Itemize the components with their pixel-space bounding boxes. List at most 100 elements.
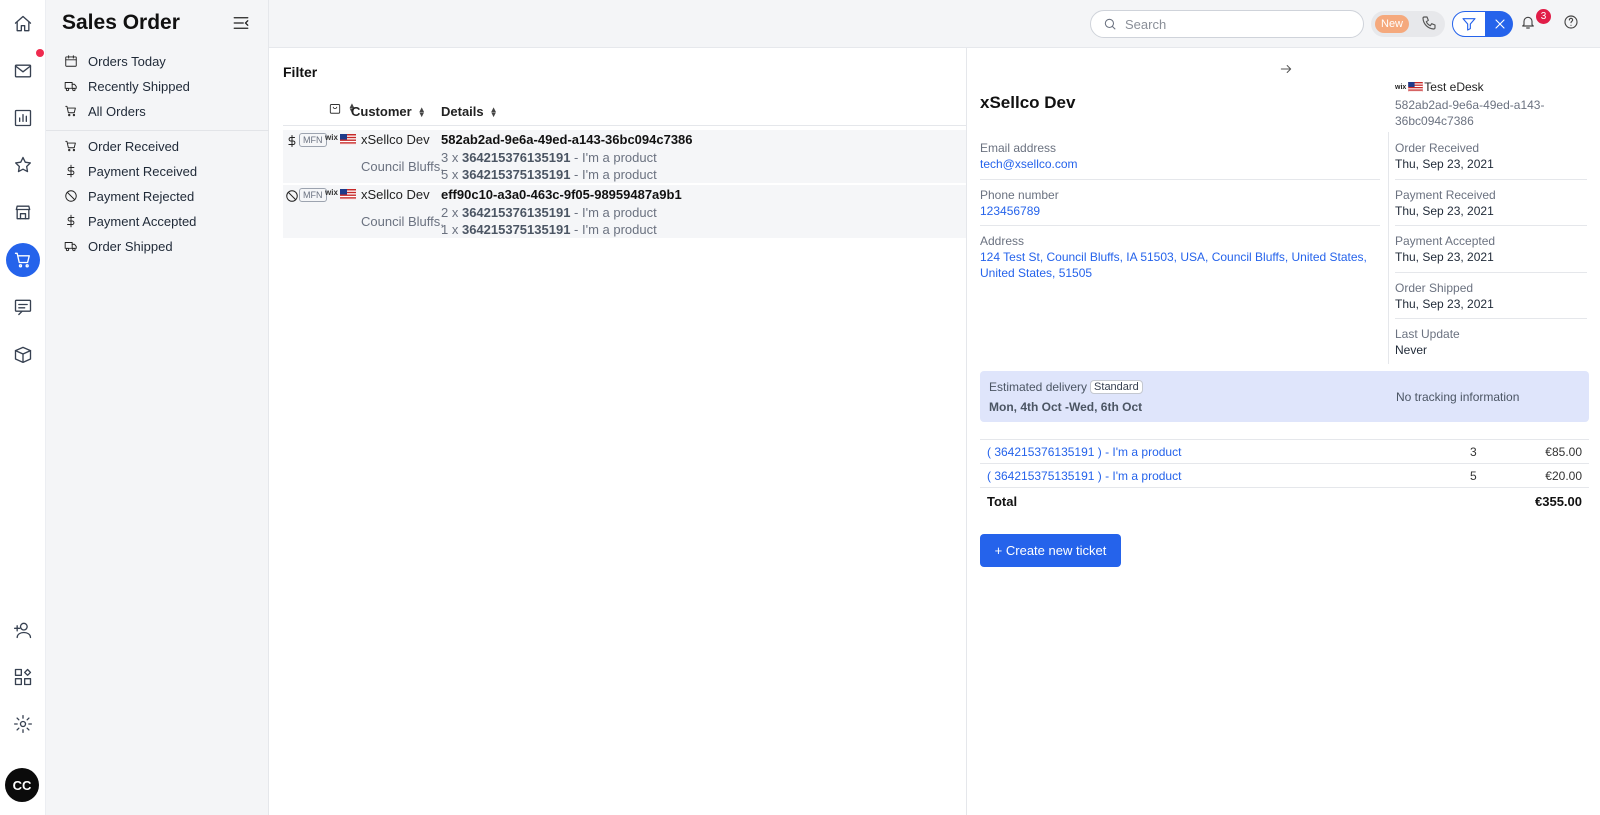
table-header: ▲ ▼ Customer ▲ ▼ Details ▲ ▼ (283, 100, 966, 126)
tracking-status: No tracking information (1396, 390, 1520, 404)
customer-city: Council Bluffs, (361, 214, 444, 229)
timeline-label: Payment Received (1395, 188, 1496, 202)
filter-title: Filter (283, 64, 318, 80)
product-price: €85.00 (1545, 445, 1582, 459)
sidebar-item-label: Payment Accepted (88, 213, 197, 229)
cart-icon (65, 140, 76, 152)
divider (1395, 272, 1587, 273)
product-row: ( 364215375135191 ) - I'm a product 5 €2… (980, 463, 1589, 487)
line-sku: 364215375135191 (461, 167, 571, 182)
product-row: ( 364215376135191 ) - I'm a product 3 €8… (980, 439, 1589, 463)
divider (1395, 225, 1587, 226)
close-icon (1494, 19, 1505, 29)
sidebar-item-label: Order Shipped (88, 238, 173, 254)
add-user-icon[interactable] (6, 613, 40, 647)
sidebar-item-orders-today[interactable]: Orders Today (64, 50, 166, 72)
ban-icon (285, 189, 299, 205)
line-name: - I'm a product (570, 222, 657, 237)
divider (1395, 179, 1587, 180)
truck-icon (64, 242, 77, 252)
timeline-label: Order Shipped (1395, 281, 1474, 295)
order-list-panel: Filter ▲ ▼ Customer ▲ ▼ Details ▲ ▼ MFN wix… (269, 48, 966, 815)
divider (1395, 318, 1587, 319)
store-icon[interactable] (6, 195, 40, 229)
email-link[interactable]: tech@xsellco.com (980, 157, 1078, 171)
ban-icon (65, 190, 77, 202)
delivery-label-row: Estimated delivery Standard (989, 380, 1143, 394)
apps-icon[interactable] (6, 660, 40, 694)
sidebar-item-all-orders[interactable]: All Orders (64, 100, 146, 122)
clear-filter-button[interactable] (1486, 11, 1513, 37)
column-divider (1388, 132, 1389, 364)
order-line: 3 x 364215376135191 - I'm a product (441, 150, 657, 165)
shipping-method-badge: Standard (1090, 380, 1143, 394)
timeline-label: Payment Accepted (1395, 234, 1496, 248)
product-link[interactable]: ( 364215376135191 ) - I'm a product (987, 445, 1181, 459)
order-id: eff90c10-a3a0-463c-9f05-98959487a9b1 (441, 187, 682, 202)
dollar-icon (67, 214, 75, 228)
sidebar-item-order-received[interactable]: Order Received (64, 135, 179, 157)
settings-icon[interactable] (6, 707, 40, 741)
channel-badge: MFN (299, 133, 327, 147)
line-qty: 2 x (441, 205, 462, 220)
column-header-details[interactable]: Details ▲ ▼ (441, 104, 498, 119)
customer-city: Council Bluffs, (361, 159, 444, 174)
sidebar-item-label: Payment Rejected (88, 188, 195, 204)
calendar-icon (65, 55, 77, 67)
table-row[interactable]: MFN wix xSellco Dev Council Bluffs, 582a… (283, 130, 966, 184)
filter-button[interactable] (1452, 11, 1486, 37)
store-label: wix Test eDesk (1395, 80, 1484, 94)
marketplace-logo: wix (1395, 83, 1407, 91)
order-detail-panel: xSellco Dev wix Test eDesk 582ab2ad-9e6a… (966, 48, 1600, 815)
avatar[interactable]: CC (5, 768, 39, 802)
sidebar-item-label: Recently Shipped (88, 78, 190, 94)
sidebar-item-payment-rejected[interactable]: Payment Rejected (64, 185, 194, 207)
unread-dot (36, 49, 44, 57)
email-label: Email address (980, 141, 1057, 155)
address-label: Address (980, 234, 1025, 248)
sidebar-item-payment-accepted[interactable]: Payment Accepted (64, 210, 196, 232)
search-input[interactable] (1125, 16, 1345, 32)
cart-icon (65, 105, 76, 117)
chat-icon[interactable] (6, 290, 40, 324)
product-qty: 5 (1470, 469, 1477, 483)
timeline-value: Thu, Sep 23, 2021 (1395, 297, 1494, 311)
star-icon[interactable] (6, 148, 40, 182)
order-line: 1 x 364215375135191 - I'm a product (441, 222, 657, 237)
store-name: Test eDesk (1424, 80, 1484, 94)
dollar-icon (285, 134, 299, 150)
timeline-value: Never (1395, 343, 1428, 357)
marketplace-logo: wix (325, 188, 338, 197)
column-label: Customer (351, 104, 412, 119)
mail-icon[interactable] (6, 54, 40, 88)
home-icon[interactable] (6, 7, 40, 41)
package-icon[interactable] (6, 337, 40, 371)
product-link[interactable]: ( 364215375135191 ) - I'm a product (987, 469, 1181, 483)
truck-icon (64, 82, 77, 92)
phone-icon[interactable] (1421, 15, 1439, 33)
sidebar-item-recently-shipped[interactable]: Recently Shipped (64, 75, 190, 97)
address-line[interactable]: United States, 51505 (980, 266, 1092, 280)
product-qty: 3 (1470, 445, 1477, 459)
bag-icon (329, 104, 341, 114)
table-row[interactable]: MFN wix xSellco Dev Council Bluffs, eff9… (283, 185, 966, 239)
phone-link[interactable]: 123456789 (980, 204, 1040, 218)
create-ticket-button[interactable]: + Create new ticket (980, 534, 1121, 567)
sort-icon: ▲ ▼ (417, 104, 426, 119)
sidebar-item-label: All Orders (88, 103, 146, 119)
us-flag-icon (340, 134, 356, 145)
address-line[interactable]: 124 Test St, Council Bluffs, IA 51503, U… (980, 250, 1367, 264)
order-line: 2 x 364215376135191 - I'm a product (441, 205, 657, 220)
help-icon[interactable] (1563, 14, 1583, 34)
sidebar-item-order-shipped[interactable]: Order Shipped (64, 235, 173, 257)
reports-icon[interactable] (6, 101, 40, 135)
sidebar-item-payment-received[interactable]: Payment Received (64, 160, 197, 182)
line-name: - I'm a product (570, 150, 657, 165)
customer-name: xSellco Dev (361, 187, 430, 202)
column-label: Details (441, 104, 484, 119)
arrow-right-icon[interactable] (1279, 62, 1295, 78)
cart-icon[interactable] (6, 243, 40, 277)
column-header-customer[interactable]: Customer ▲ ▼ (351, 104, 426, 119)
new-badge[interactable]: New (1375, 15, 1410, 33)
collapse-menu-icon[interactable] (232, 14, 252, 34)
